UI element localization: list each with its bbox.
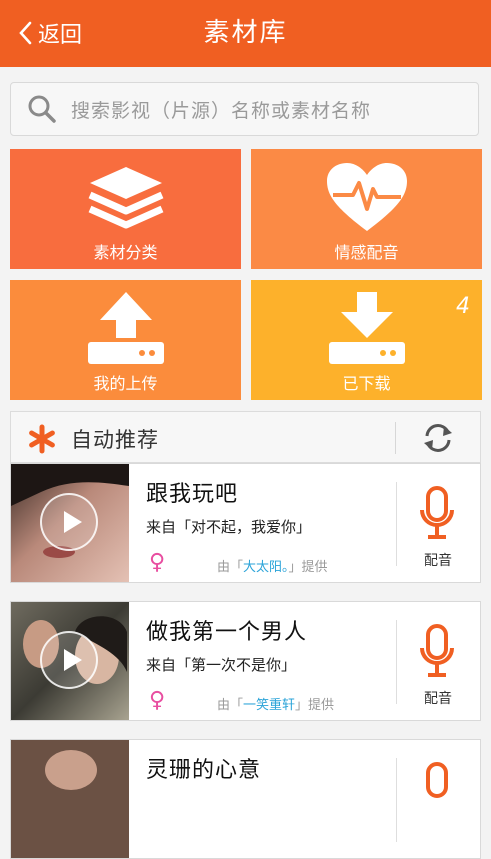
tile-label: 情感配音	[334, 243, 399, 262]
list-item[interactable]: 做我第一个男人 来自「第一次不是你」 ♀ 由「一笑重轩」提供 配音	[10, 601, 481, 721]
search-placeholder: 搜索影视（片源）名称或素材名称	[71, 99, 372, 122]
item-provider: 由「大太阳。」提供	[217, 556, 328, 575]
upload-icon	[87, 292, 164, 364]
dub-button[interactable]: 配音	[413, 688, 463, 708]
item-title: 做我第一个男人	[146, 620, 308, 645]
video-thumbnail[interactable]	[11, 464, 129, 582]
play-icon[interactable]	[40, 631, 98, 689]
list-item[interactable]: 灵珊的心意	[10, 739, 481, 859]
play-icon[interactable]	[40, 493, 98, 551]
recommend-title: 自动推荐	[71, 428, 159, 452]
refresh-icon[interactable]	[421, 421, 455, 455]
video-thumbnail[interactable]	[11, 602, 129, 720]
divider	[396, 482, 397, 566]
provider-name[interactable]: 一笑重轩	[243, 698, 295, 713]
divider	[395, 422, 396, 454]
list-item[interactable]: 跟我玩吧 来自「对不起，我爱你」 ♀ 由「大太阳。」提供 配音	[10, 463, 481, 583]
asterisk-icon	[29, 424, 55, 454]
item-source: 来自「对不起，我爱你」	[146, 518, 312, 536]
recommend-header: 自动推荐	[10, 411, 481, 463]
female-icon: ♀	[149, 550, 166, 575]
thumbnail-image	[11, 740, 129, 858]
microphone-icon[interactable]	[419, 624, 455, 680]
item-title: 跟我玩吧	[146, 482, 239, 507]
provider-name[interactable]: 大太阳。	[243, 560, 289, 575]
layers-icon	[88, 167, 163, 229]
female-icon: ♀	[149, 688, 166, 713]
search-box[interactable]: 搜索影视（片源）名称或素材名称	[10, 82, 479, 136]
tile-label: 已下载	[342, 374, 391, 393]
download-icon	[328, 292, 405, 364]
search-icon	[28, 95, 56, 123]
item-provider: 由「一笑重轩」提供	[217, 694, 334, 713]
microphone-icon[interactable]	[419, 486, 455, 542]
video-thumbnail[interactable]	[11, 740, 129, 858]
provider-prefix: 由「	[217, 698, 244, 713]
download-count-badge: 4	[456, 294, 470, 319]
divider	[396, 758, 397, 842]
tile-material-category[interactable]: 素材分类	[10, 149, 241, 269]
top-bar: 返回 素材库	[0, 0, 491, 67]
tile-label: 我的上传	[93, 374, 158, 393]
provider-prefix: 由「	[217, 560, 244, 575]
tile-downloaded[interactable]: 4 已下载	[251, 280, 482, 400]
divider	[396, 620, 397, 704]
dub-button[interactable]: 配音	[413, 550, 463, 570]
provider-suffix: 」提供	[295, 698, 335, 713]
page-title: 素材库	[203, 18, 288, 48]
tile-label: 素材分类	[93, 243, 158, 262]
item-title: 灵珊的心意	[146, 758, 262, 783]
heart-pulse-icon	[326, 163, 407, 231]
microphone-icon[interactable]	[419, 762, 455, 818]
provider-suffix: 」提供	[288, 560, 328, 575]
tile-my-upload[interactable]: 我的上传	[10, 280, 241, 400]
item-source: 来自「第一次不是你」	[146, 656, 297, 674]
tile-emotion-dub[interactable]: 情感配音	[251, 149, 482, 269]
